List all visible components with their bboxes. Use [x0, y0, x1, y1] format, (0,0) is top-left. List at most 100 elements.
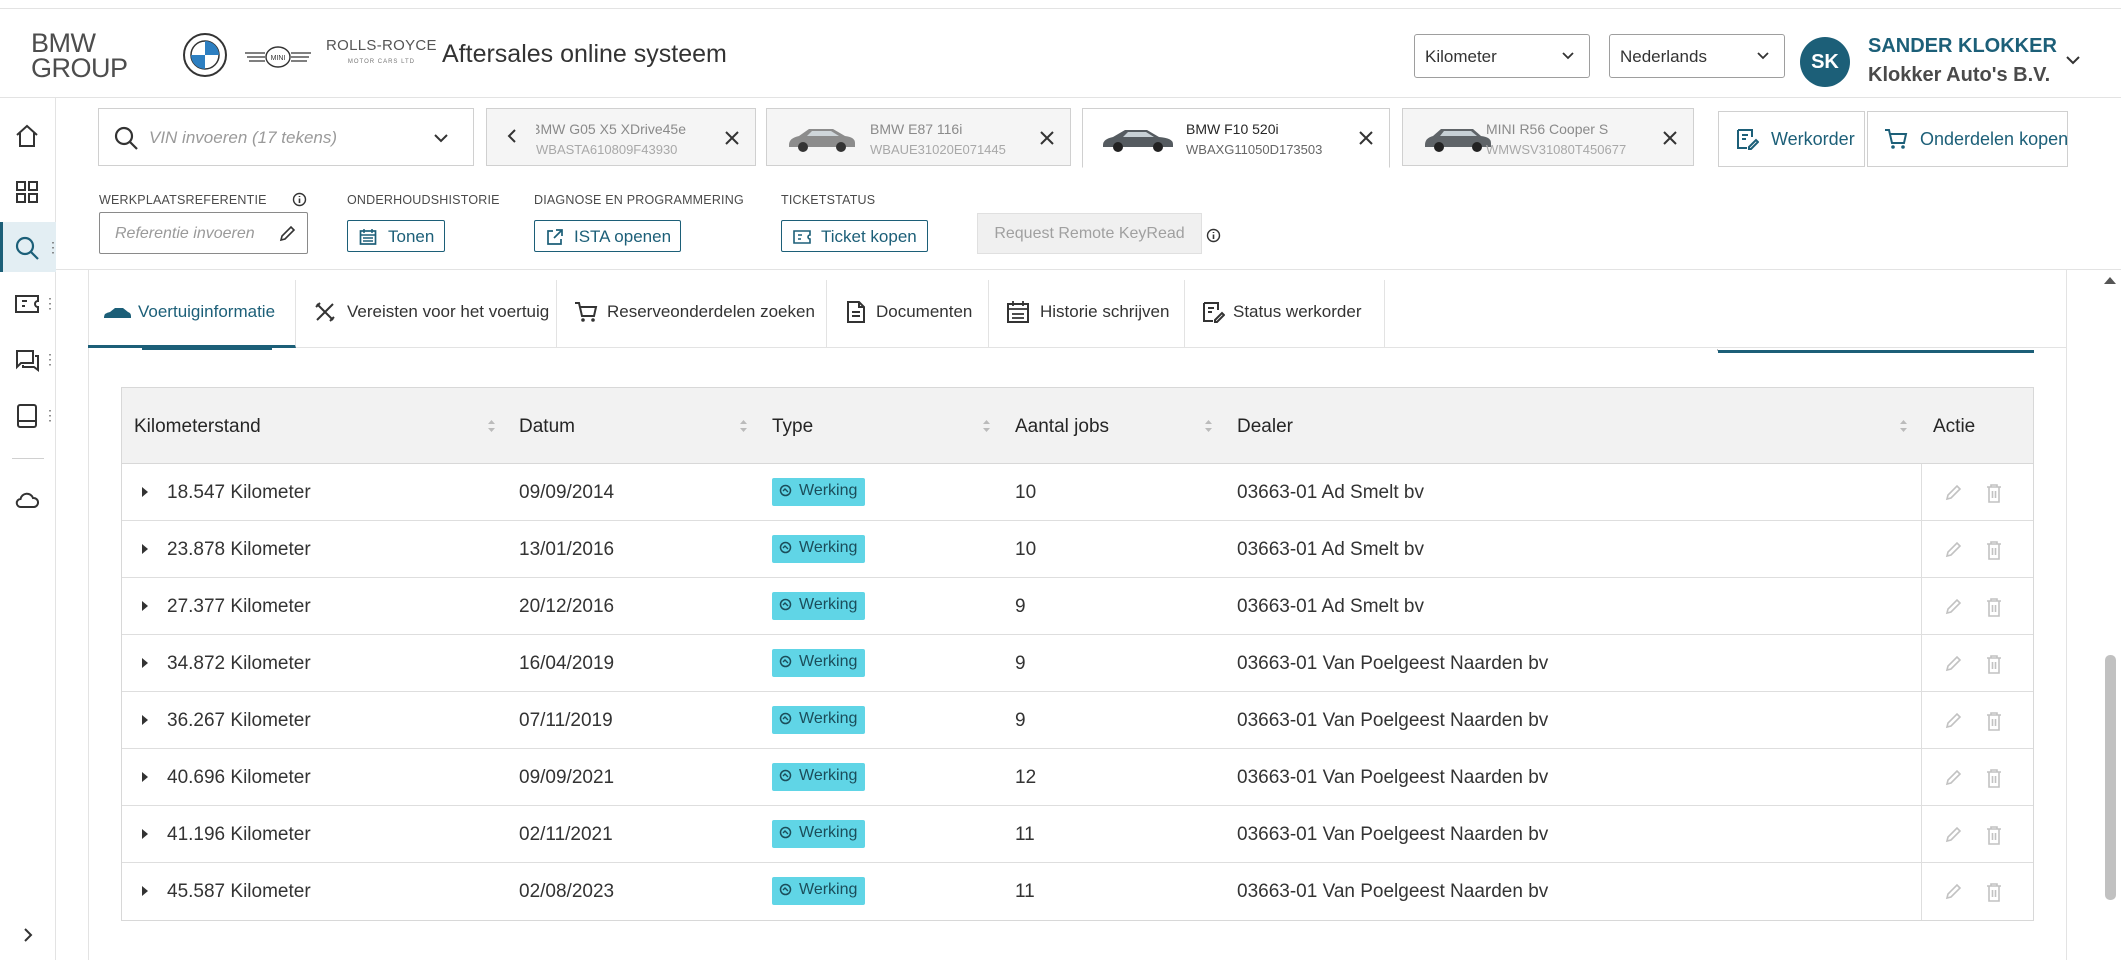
- vehicle-tab[interactable]: BMW G05 X5 XDrive45e WBASTA610809F43930: [486, 108, 756, 166]
- pencil-icon[interactable]: [1944, 826, 1962, 844]
- trash-icon[interactable]: [1985, 483, 2003, 503]
- table-row[interactable]: 45.587 Kilometer 02/08/2023 Werking 11 03663…: [122, 863, 2033, 920]
- vin-search[interactable]: VIN invoeren (17 tekens): [98, 108, 474, 166]
- table-row[interactable]: 18.547 Kilometer 09/09/2014 Werking 10 03663…: [122, 464, 2033, 521]
- expand-row-icon[interactable]: [142, 829, 148, 839]
- tab-workorder-status[interactable]: Status werkorder: [1185, 280, 1385, 348]
- car-image-icon: [1103, 130, 1173, 152]
- service-icon: [779, 769, 792, 782]
- tools-icon: [315, 302, 335, 322]
- trash-icon[interactable]: [1985, 540, 2003, 560]
- cell-mileage: 27.377 Kilometer: [167, 596, 311, 617]
- type-badge: Werking: [772, 535, 866, 563]
- table-row[interactable]: 40.696 Kilometer 09/09/2021 Werking 12 03663…: [122, 749, 2033, 806]
- trash-icon[interactable]: [1985, 654, 2003, 674]
- tab-documents[interactable]: Documenten: [827, 280, 989, 348]
- tab-write-history[interactable]: Historie schrijven: [989, 280, 1185, 348]
- vehicle-tab[interactable]: BMW E87 116i WBAUE31020E071445: [766, 108, 1071, 166]
- trash-icon[interactable]: [1985, 825, 2003, 845]
- chevron-down-icon[interactable]: [2064, 51, 2082, 69]
- sidebar-item-tickets[interactable]: ⋮: [0, 278, 57, 328]
- table-row[interactable]: 27.377 Kilometer 20/12/2016 Werking 9 03663-…: [122, 578, 2033, 635]
- sidebar-item-devices[interactable]: ⋮: [0, 390, 57, 440]
- info-icon[interactable]: [292, 192, 307, 207]
- avatar[interactable]: SK: [1800, 37, 1850, 87]
- vehicle-tab-active[interactable]: BMW F10 520i WBAXG11050D173503: [1082, 108, 1390, 168]
- tab-spare-parts[interactable]: Reserveonderdelen zoeken: [557, 280, 827, 348]
- workorder-button[interactable]: Werkorder: [1718, 111, 1865, 167]
- expand-row-icon[interactable]: [142, 658, 148, 668]
- type-badge: Werking: [772, 649, 866, 677]
- vehicle-tab-vin: WBASTA610809F43930: [536, 142, 678, 157]
- buy-ticket-button[interactable]: Ticket kopen: [781, 220, 928, 252]
- cell-dealer: 03663-01 Van Poelgeest Naarden bv: [1237, 824, 1549, 845]
- tab-vehicle-info[interactable]: Voertuiginformatie: [88, 280, 296, 348]
- trash-icon[interactable]: [1985, 597, 2003, 617]
- column-header-dealer[interactable]: Dealer: [1237, 416, 1293, 438]
- trash-icon[interactable]: [1985, 882, 2003, 902]
- info-icon[interactable]: [1206, 228, 1221, 243]
- expand-row-icon[interactable]: [142, 886, 148, 896]
- sidebar-item-messages[interactable]: ⋮: [0, 334, 57, 384]
- expand-row-icon[interactable]: [142, 601, 148, 611]
- type-badge: Werking: [772, 478, 866, 506]
- pencil-icon[interactable]: [1944, 598, 1962, 616]
- cell-dealer: 03663-01 Van Poelgeest Naarden bv: [1237, 881, 1549, 902]
- vehicle-tab[interactable]: MINI R56 Cooper S WMWSV31080T450677: [1402, 108, 1694, 166]
- language-select[interactable]: Nederlands: [1609, 34, 1785, 78]
- pencil-icon[interactable]: [1944, 712, 1962, 730]
- close-icon[interactable]: [723, 129, 741, 147]
- table-row[interactable]: 41.196 Kilometer 02/11/2021 Werking 11 03663…: [122, 806, 2033, 863]
- trash-icon[interactable]: [1985, 711, 2003, 731]
- sidebar-item-home[interactable]: [0, 110, 56, 160]
- pencil-icon[interactable]: [1944, 484, 1962, 502]
- column-header-type[interactable]: Type: [772, 416, 813, 438]
- expand-row-icon[interactable]: [142, 772, 148, 782]
- trash-icon[interactable]: [1985, 768, 2003, 788]
- sidebar-item-dashboard[interactable]: [0, 166, 56, 216]
- chevron-left-icon[interactable]: [503, 127, 521, 145]
- expand-row-icon[interactable]: [142, 715, 148, 725]
- close-icon[interactable]: [1038, 129, 1056, 147]
- sort-icon[interactable]: [739, 418, 748, 434]
- tab-vehicle-requirements[interactable]: Vereisten voor het voertuig: [296, 280, 557, 348]
- maintenance-history-table: Kilometerstand Datum Type Aantal jobs De…: [121, 387, 2034, 921]
- sidebar-expand[interactable]: [0, 910, 56, 960]
- sort-icon[interactable]: [1899, 418, 1908, 434]
- sidebar-item-cloud[interactable]: [0, 474, 56, 524]
- reference-input[interactable]: Referentie invoeren: [99, 212, 308, 254]
- request-keyread-button[interactable]: Request Remote KeyRead: [977, 213, 1202, 254]
- column-header-jobs[interactable]: Aantal jobs: [1015, 416, 1109, 438]
- column-header-mileage[interactable]: Kilometerstand: [134, 416, 261, 438]
- cell-jobs: 10: [1015, 539, 1037, 560]
- pencil-icon[interactable]: [1944, 655, 1962, 673]
- sidebar-item-search[interactable]: ⋮: [0, 222, 60, 272]
- edit-document-icon: [1737, 129, 1759, 150]
- user-name[interactable]: SANDER KLOKKER: [1868, 35, 2057, 58]
- table-row[interactable]: 34.872 Kilometer 16/04/2019 Werking 9 03663-…: [122, 635, 2033, 692]
- sort-icon[interactable]: [1204, 418, 1213, 434]
- buy-parts-button[interactable]: Onderdelen kopen: [1867, 111, 2068, 167]
- cell-date: 20/12/2016: [519, 596, 615, 617]
- pencil-icon[interactable]: [1944, 541, 1962, 559]
- scroll-up-icon[interactable]: [2104, 277, 2116, 284]
- table-row[interactable]: 23.878 Kilometer 13/01/2016 Werking 10 03663…: [122, 521, 2033, 578]
- bmw-roundel-logo: [183, 33, 227, 77]
- service-icon: [779, 484, 792, 497]
- open-ista-button[interactable]: ISTA openen: [534, 220, 681, 252]
- table-row[interactable]: 36.267 Kilometer 07/11/2019 Werking 9 03663-…: [122, 692, 2033, 749]
- expand-row-icon[interactable]: [142, 544, 148, 554]
- cart-icon: [1885, 129, 1908, 149]
- show-history-button[interactable]: Tonen: [347, 220, 445, 252]
- expand-row-icon[interactable]: [142, 487, 148, 497]
- sort-icon[interactable]: [487, 418, 496, 434]
- unit-select[interactable]: Kilometer: [1414, 34, 1590, 78]
- column-header-date[interactable]: Datum: [519, 416, 575, 438]
- close-icon[interactable]: [1357, 129, 1375, 147]
- pencil-icon[interactable]: [1944, 883, 1962, 901]
- sort-icon[interactable]: [982, 418, 991, 434]
- scrollbar-thumb[interactable]: [2105, 655, 2116, 900]
- close-icon[interactable]: [1661, 129, 1679, 147]
- pencil-icon[interactable]: [1944, 769, 1962, 787]
- chevron-down-icon[interactable]: [432, 129, 450, 147]
